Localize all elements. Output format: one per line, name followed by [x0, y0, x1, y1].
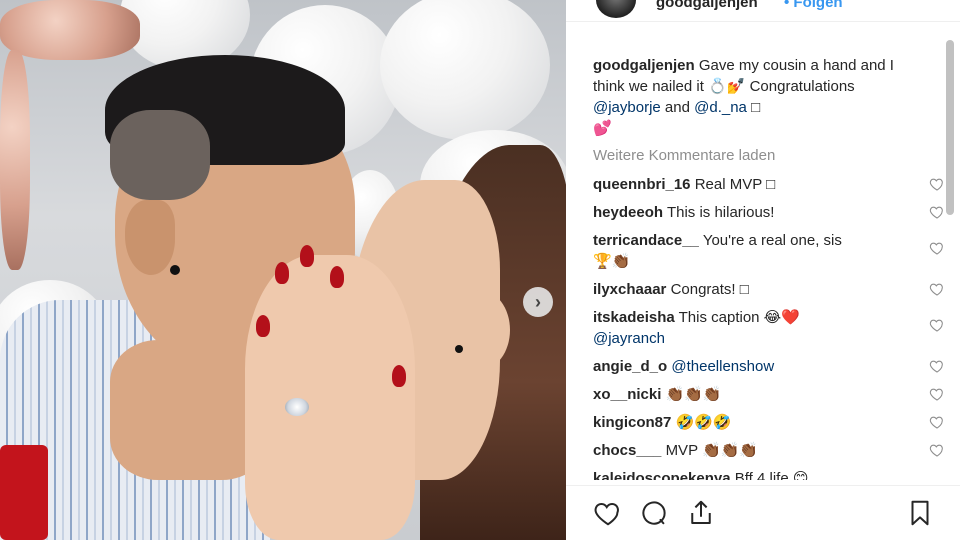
mention-link[interactable]: @theellenshow: [671, 358, 774, 375]
heart-icon[interactable]: [593, 498, 623, 528]
heart-icon[interactable]: [929, 204, 945, 220]
red-nail: [256, 315, 270, 337]
follow-button[interactable]: • Folgen: [784, 0, 843, 11]
mention-link[interactable]: @d._na: [694, 99, 747, 116]
comment-username[interactable]: kaleidoscopekenya: [593, 470, 731, 480]
header-username[interactable]: goodgaljenjen: [656, 0, 758, 11]
comment-text: This caption 😂❤️: [678, 309, 800, 326]
hand: [245, 255, 415, 540]
avatar[interactable]: [596, 0, 636, 18]
man-shaved-side: [110, 110, 210, 200]
scrollbar[interactable]: [946, 40, 954, 215]
comment-username[interactable]: kingicon87: [593, 414, 671, 431]
comment-username[interactable]: ilyxchaaar: [593, 281, 666, 298]
comment-text: This is hilarious!: [666, 204, 775, 221]
bookmark-icon[interactable]: [905, 498, 935, 528]
comment-username[interactable]: itskadeisha: [593, 309, 675, 326]
caption-and: and: [660, 99, 695, 116]
comment-text: MVP 👏🏾👏🏾👏🏾: [665, 442, 758, 459]
mention-link[interactable]: @jayranch: [593, 330, 665, 347]
man-ear: [125, 200, 175, 275]
caption-text-2: Congratulations: [749, 78, 855, 95]
comment-item: kaleidoscopekenya Bff 4 life 😊: [593, 468, 923, 480]
red-nail: [275, 262, 289, 284]
action-bar: [566, 485, 960, 540]
comment-item: ilyxchaaar Congrats! □: [593, 279, 943, 300]
earring: [455, 345, 463, 353]
mention-link[interactable]: @jayborje: [593, 99, 661, 116]
red-nail: [330, 266, 344, 288]
comment-text: Bff 4 life 😊: [734, 470, 809, 480]
post-photo: ›: [0, 0, 566, 540]
comment-item: chocs___ MVP 👏🏾👏🏾👏🏾: [593, 440, 943, 461]
heart-icon[interactable]: [929, 414, 945, 430]
heart-icon[interactable]: [929, 358, 945, 374]
comment-item: angie_d_o @theellenshow: [593, 356, 943, 377]
comment-item: terricandace__ You're a real one, sis 🏆👏…: [593, 230, 943, 272]
heart-icon[interactable]: [929, 281, 945, 297]
comment-icon[interactable]: [639, 498, 669, 528]
caption-tail: □: [746, 99, 761, 116]
comments-list: goodgaljenjen Gave my cousin a hand and …: [593, 55, 943, 487]
next-photo-button[interactable]: ›: [523, 287, 553, 317]
chevron-right-icon: ›: [535, 291, 541, 312]
post-header: goodgaljenjen • Folgen: [566, 0, 960, 22]
caption-emoji: 💕: [593, 120, 612, 137]
comment-text: You're a real one, sis: [702, 232, 842, 249]
rose-gold-balloon: [0, 0, 140, 60]
comment-username[interactable]: angie_d_o: [593, 358, 667, 375]
comment-item: itskadeisha This caption 😂❤️ @jayranch: [593, 307, 943, 349]
share-icon[interactable]: [686, 498, 716, 528]
comment-text: 👏🏾👏🏾👏🏾: [665, 386, 722, 403]
rose-gold-balloon: [0, 50, 30, 270]
comment-text: Real MVP □: [694, 176, 776, 193]
heart-icon[interactable]: [929, 240, 945, 256]
red-object: [0, 445, 48, 540]
heart-icon[interactable]: [929, 176, 945, 192]
comment-username[interactable]: xo__nicki: [593, 386, 661, 403]
load-more-comments-link[interactable]: Weitere Kommentare laden: [593, 145, 923, 166]
comment-item: heydeeoh This is hilarious!: [593, 202, 943, 223]
red-nail: [300, 245, 314, 267]
balloon: [380, 0, 550, 140]
heart-icon[interactable]: [929, 386, 945, 402]
comment-username[interactable]: chocs___: [593, 442, 661, 459]
comment-text: 🤣🤣🤣: [675, 414, 732, 431]
caption-username[interactable]: goodgaljenjen: [593, 57, 695, 74]
heart-icon[interactable]: [929, 442, 945, 458]
diamond-ring: [285, 398, 309, 416]
comment-username[interactable]: terricandace__: [593, 232, 699, 249]
post-sidebar: goodgaljenjen • Folgen goodgaljenjen Gav…: [566, 0, 960, 540]
comment-username[interactable]: queennbri_16: [593, 176, 691, 193]
comment-text: Congrats! □: [670, 281, 749, 298]
heart-icon[interactable]: [929, 317, 945, 333]
comment-item: queennbri_16 Real MVP □: [593, 174, 943, 195]
earring: [170, 265, 180, 275]
red-nail: [392, 365, 406, 387]
comment-item: xo__nicki 👏🏾👏🏾👏🏾: [593, 384, 943, 405]
comment-text-2: 🏆👏🏾: [593, 253, 631, 270]
post-caption: goodgaljenjen Gave my cousin a hand and …: [593, 55, 923, 139]
comment-item: kingicon87 🤣🤣🤣: [593, 412, 943, 433]
comment-username[interactable]: heydeeoh: [593, 204, 663, 221]
woman-ear: [450, 290, 510, 370]
